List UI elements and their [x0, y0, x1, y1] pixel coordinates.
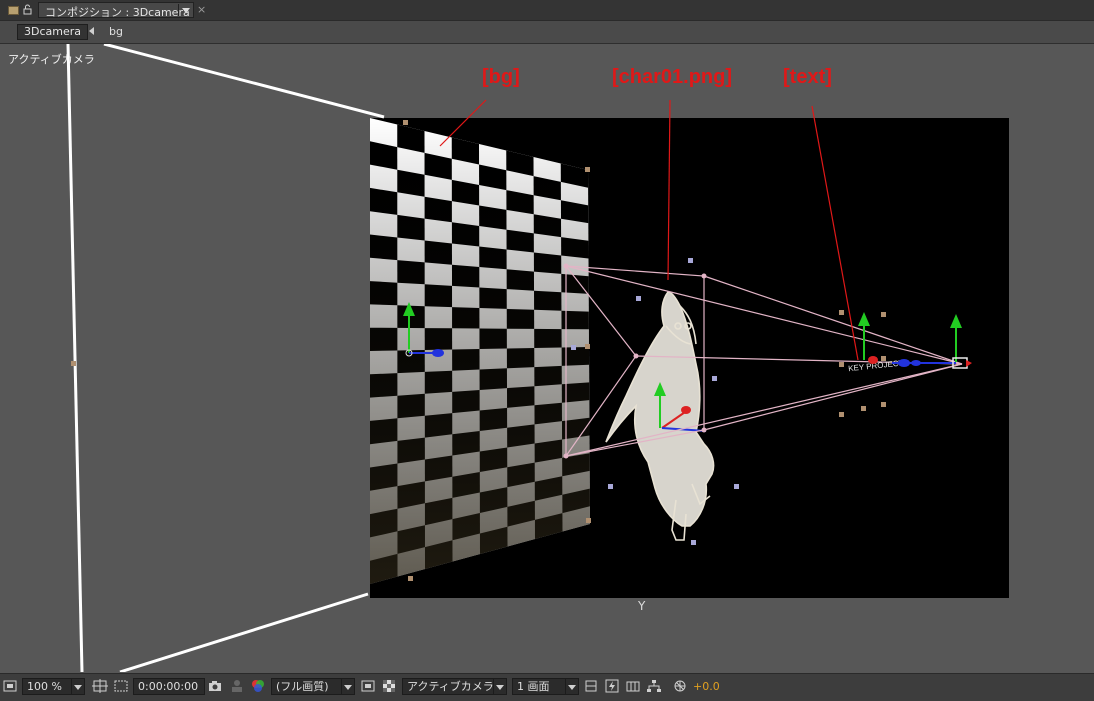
composition-viewer[interactable]: アクティブカメラ KEY PROJECT Y [bg] [char01.png]… [0, 44, 1094, 672]
breadcrumb-composition[interactable]: 3Dcamera [17, 24, 89, 40]
tab-label: コンポジション : 3Dcamera [45, 6, 190, 19]
callout-char01: [char01.png] [612, 66, 733, 88]
zoom-dropdown-button[interactable] [71, 678, 85, 695]
view-layout-select[interactable]: 1 画面 [512, 678, 568, 695]
always-preview-icon[interactable] [2, 678, 18, 694]
panel-menu-icon[interactable] [8, 4, 19, 15]
tab-composition[interactable]: コンポジション : 3Dcamera [38, 2, 194, 19]
resolution-select[interactable]: (フル画質) [271, 678, 343, 695]
callout-bg: [bg] [482, 66, 520, 88]
tab-dropdown-button[interactable] [178, 4, 193, 16]
rgb-channel-icon[interactable] [250, 678, 266, 694]
fast-preview-icon[interactable] [604, 678, 620, 694]
panel-title-bar: コンポジション : 3Dcamera × [0, 0, 1094, 21]
frustum-handle[interactable] [71, 361, 76, 366]
viewer-toolbar: 100 % 0:00:00:00 (フル画質) アクティブカメラ 1 画面 +0… [0, 673, 1094, 701]
snapshot-camera-icon[interactable] [207, 678, 223, 694]
timecode-display[interactable]: 0:00:00:00 [133, 678, 205, 695]
transparency-grid-icon[interactable] [381, 678, 397, 694]
mask-visibility-icon[interactable] [113, 678, 129, 694]
title-safe-icon[interactable] [92, 678, 108, 694]
breadcrumb: 3Dcamera bg [0, 21, 1094, 44]
camera-view-dropdown-button[interactable] [493, 678, 507, 695]
exposure-reset-icon[interactable] [672, 678, 688, 694]
flowchart-icon[interactable] [646, 678, 662, 694]
viewer-overlay: KEY PROJECT Y [66, 44, 972, 672]
camera-gizmo[interactable] [892, 314, 972, 369]
bg-layer[interactable] [370, 118, 590, 584]
chevron-left-icon [89, 27, 94, 35]
y-axis-icon: Y [637, 599, 646, 613]
callout-text: [text] [783, 66, 832, 88]
camera-view-select[interactable]: アクティブカメラ [402, 678, 496, 695]
camera-frustum [66, 44, 385, 672]
close-icon[interactable]: × [197, 3, 206, 16]
resolution-dropdown-button[interactable] [341, 678, 355, 695]
pixel-aspect-icon[interactable] [583, 678, 599, 694]
show-snapshot-icon[interactable] [229, 678, 245, 694]
zoom-select[interactable]: 100 % [22, 678, 72, 695]
breadcrumb-layer[interactable]: bg [109, 25, 123, 38]
lock-icon[interactable] [22, 4, 33, 15]
region-of-interest-icon[interactable] [360, 678, 376, 694]
view-layout-dropdown-button[interactable] [565, 678, 579, 695]
exposure-value[interactable]: +0.0 [693, 680, 720, 693]
timeline-icon[interactable] [625, 678, 641, 694]
